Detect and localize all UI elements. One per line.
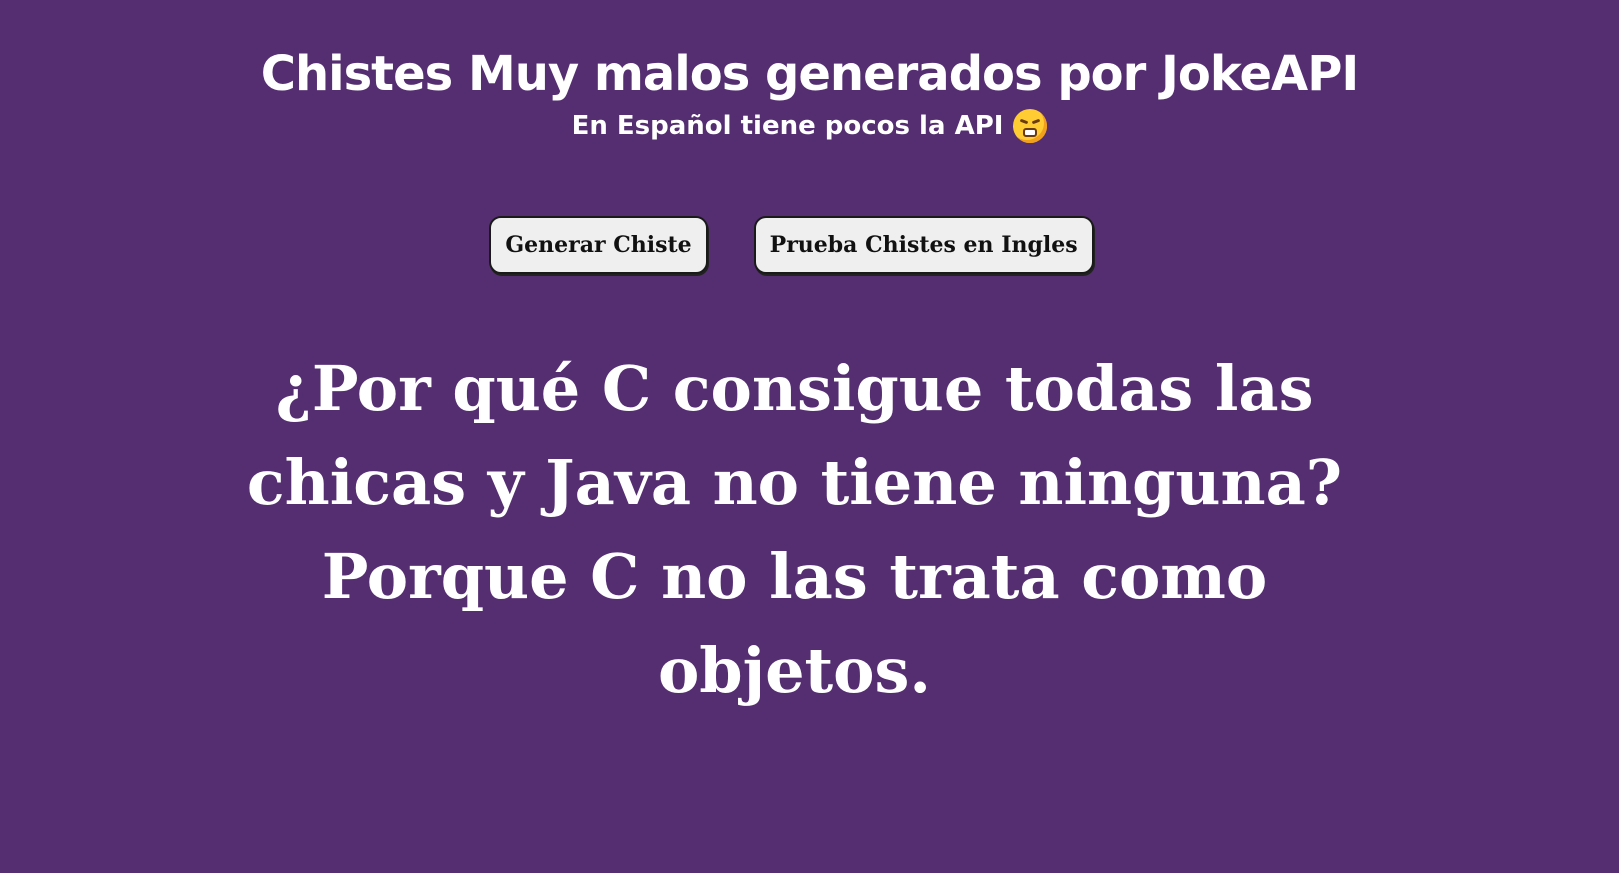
joke-text: ¿Por qué C consigue todas las chicas y J… [246,352,1343,707]
subtitle: En Español tiene pocos la API [0,108,1619,144]
page-title: Chistes Muy malos generados por JokeAPI [260,46,1360,102]
button-group: Generar Chiste Prueba Chistes en Ingles [0,216,1619,274]
header: Chistes Muy malos generados por JokeAPI … [0,0,1619,144]
english-jokes-button[interactable]: Prueba Chistes en Ingles [753,216,1094,274]
subtitle-text: En Español tiene pocos la API [571,111,1004,141]
page: Chistes Muy malos generados por JokeAPI … [0,0,1619,873]
generate-joke-button[interactable]: Generar Chiste [489,216,708,274]
angry-face-emoji-icon [1013,109,1048,143]
